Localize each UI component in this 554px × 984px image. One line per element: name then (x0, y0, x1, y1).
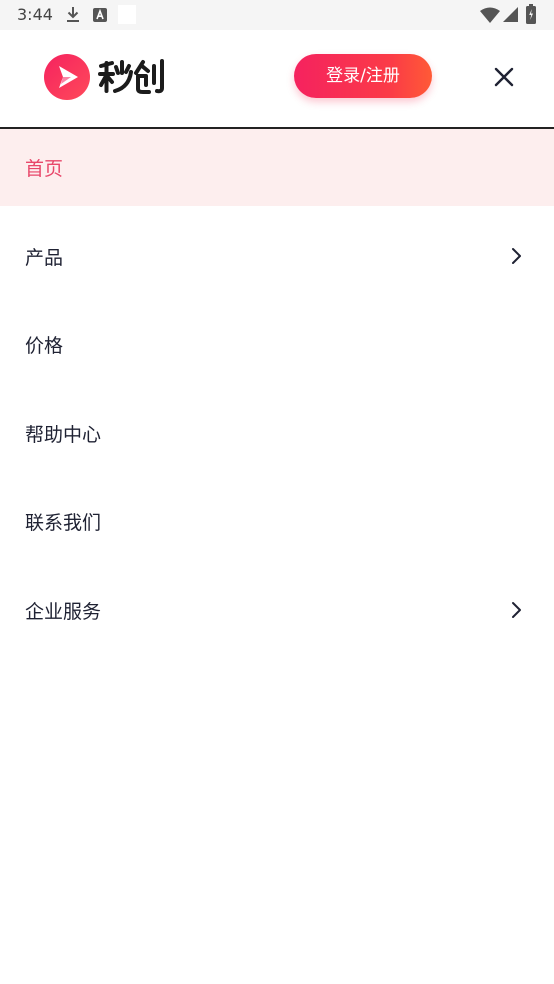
brand-logo-icon[interactable] (44, 54, 90, 100)
menu-item-label: 帮助中心 (25, 423, 102, 446)
menu-item-label: 产品 (25, 246, 64, 269)
keyboard-a-icon (93, 8, 107, 22)
login-register-button[interactable]: 登录/注册 (294, 54, 432, 98)
app-header: 登录/注册 (0, 30, 554, 128)
brand-wordmark-glyphs (98, 59, 164, 94)
menu-item-pricing[interactable]: 价格 (0, 306, 554, 383)
menu-item-home[interactable]: 首页 (0, 129, 554, 206)
blank-notification-icon (118, 5, 136, 24)
menu-item-label: 价格 (25, 335, 64, 357)
nav-menu: 首页 产品 价格 帮助中心 联系我们 企业服务 (0, 129, 554, 660)
battery-icon (526, 4, 536, 24)
chevron-right-icon (512, 602, 521, 618)
menu-item-enterprise-services[interactable]: 企业服务 (0, 560, 554, 660)
brand-wordmark (98, 57, 168, 97)
close-icon[interactable] (486, 59, 522, 95)
status-bar: 3:44 (0, 0, 554, 30)
menu-item-label: 联系我们 (25, 512, 102, 534)
menu-item-label: 首页 (25, 158, 64, 180)
wifi-icon (480, 7, 500, 23)
menu-item-help-center[interactable]: 帮助中心 (0, 383, 554, 483)
menu-item-contact-us[interactable]: 联系我们 (0, 483, 554, 560)
menu-item-products[interactable]: 产品 (0, 206, 554, 306)
chevron-right-icon (512, 248, 521, 264)
download-icon (67, 7, 79, 22)
menu-screen: 3:44 登录/注册 首页 产品 价格 帮助中心 联系我们 企业服务 (0, 0, 554, 984)
signal-icon (503, 7, 518, 22)
menu-item-label: 企业服务 (25, 600, 102, 623)
status-time: 3:44 (17, 5, 53, 24)
